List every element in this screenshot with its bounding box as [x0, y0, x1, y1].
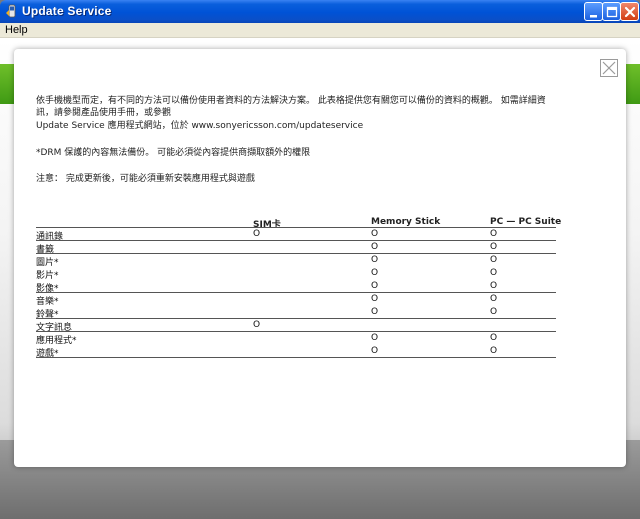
title-bar[interactable]: Update Service [0, 0, 640, 23]
col-header-pc-suite: PC — PC Suite [490, 217, 562, 227]
table-cell-memory-stick: O [371, 255, 379, 265]
table-cell-pc-suite: O [490, 229, 498, 239]
table-cell-pc-suite: O [490, 346, 498, 356]
table-cell-memory-stick: O [371, 346, 379, 356]
menu-help[interactable]: Help [5, 24, 28, 36]
table-cell-memory-stick: O [371, 229, 379, 239]
table-cell-pc-suite: O [490, 268, 498, 278]
table-cell-sim: O [253, 229, 261, 239]
col-header-memory-stick: Memory Stick [371, 217, 441, 227]
intro-text-line3: Update Service 應用程式網站，位於 www.sonyericsso… [36, 121, 364, 131]
table-cell-memory-stick: O [371, 333, 379, 343]
table-cell-memory-stick: O [371, 307, 379, 317]
table-cell-pc-suite: O [490, 255, 498, 265]
row-divider [36, 331, 556, 332]
drm-note: *DRM 保護的內容無法備份。 可能必須從內容提供商擷取額外的權限 [36, 148, 311, 158]
table-cell-sim: O [253, 320, 261, 330]
intro-text-line1: 依手機機型而定，有不同的方法可以備份使用者資料的方法解決方案。 此表格提供您有關… [36, 96, 546, 106]
row-divider [36, 253, 556, 254]
table-row-label: 應用程式* [36, 336, 77, 346]
table-row-label: 音樂* [36, 297, 59, 307]
table-cell-memory-stick: O [371, 268, 379, 278]
table-cell-pc-suite: O [490, 307, 498, 317]
header-divider [36, 227, 556, 228]
table-cell-pc-suite: O [490, 294, 498, 304]
table-cell-memory-stick: O [371, 281, 379, 291]
close-icon[interactable] [600, 59, 618, 77]
row-divider [36, 292, 556, 293]
minimize-button[interactable] [584, 2, 603, 21]
table-cell-memory-stick: O [371, 242, 379, 252]
maximize-button[interactable] [602, 2, 621, 21]
table-row-label: 圖片* [36, 258, 59, 268]
table-cell-memory-stick: O [371, 294, 379, 304]
close-icon [624, 6, 636, 18]
row-divider [36, 318, 556, 319]
table-cell-pc-suite: O [490, 281, 498, 291]
intro-text-line2: 訊，請參閱產品使用手冊，或參觀 [36, 108, 172, 118]
update-notice: 注意： 完成更新後，可能必須重新安裝應用程式與遊戲 [36, 174, 255, 184]
app-icon [6, 4, 16, 18]
menu-bar: Help [0, 23, 640, 38]
backup-info-dialog: 依手機機型而定，有不同的方法可以備份使用者資料的方法解決方案。 此表格提供您有關… [14, 49, 626, 467]
row-divider [36, 357, 556, 358]
window-title: Update Service [22, 4, 112, 18]
table-row-label: 影片* [36, 271, 59, 281]
row-divider [36, 240, 556, 241]
table-cell-pc-suite: O [490, 242, 498, 252]
table-cell-pc-suite: O [490, 333, 498, 343]
close-button[interactable] [620, 2, 639, 21]
